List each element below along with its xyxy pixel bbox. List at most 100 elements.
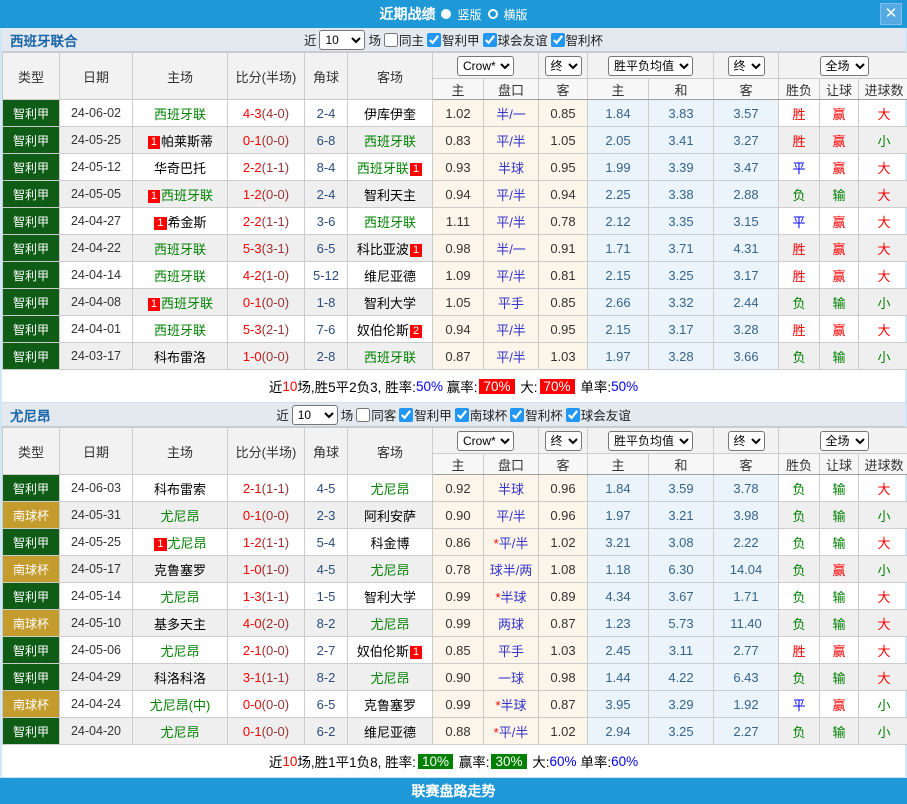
- same-venue-filter[interactable]: 同主: [384, 30, 424, 49]
- scope-select[interactable]: 全场: [820, 431, 869, 451]
- date-cell: 24-05-14: [60, 583, 133, 610]
- dialog-titlebar: 近期战绩 竖版 横版 ✕: [0, 0, 907, 28]
- league-filter-checkbox[interactable]: [483, 33, 497, 47]
- league-filter[interactable]: 智利杯: [510, 405, 563, 424]
- date-cell: 24-04-22: [60, 235, 133, 262]
- odds-company-select[interactable]: Crow*: [457, 56, 514, 76]
- league-filter[interactable]: 球会友谊: [566, 405, 631, 424]
- corner-cell: 8-2: [305, 664, 348, 691]
- team-results-section: 尤尼昂 近 10 场 同客 智利甲南球杯智利杯球会友谊: [2, 403, 905, 778]
- match-row: 智利甲24-06-02西班牙联4-3(4-0)2-4伊库伊奎1.02半/一0.8…: [3, 100, 907, 127]
- avg-away-cell: 11.40: [714, 610, 779, 637]
- handicap-result-cell: 赢: [820, 100, 859, 127]
- fulltime-score: 4-2: [243, 268, 262, 283]
- handicap-text: 平/半: [499, 725, 529, 740]
- corner-cell: 4-5: [305, 475, 348, 502]
- league-filter-checkbox[interactable]: [427, 33, 441, 47]
- score-cell: 3-1(1-1): [228, 664, 305, 691]
- avg-home-cell: 1.97: [588, 343, 649, 370]
- league-filter[interactable]: 球会友谊: [483, 30, 548, 49]
- league-filter-checkbox[interactable]: [510, 408, 524, 422]
- avg-home-cell: 2.15: [588, 316, 649, 343]
- avg-time-select[interactable]: 终: [728, 56, 765, 76]
- odds-time-select[interactable]: 终: [545, 431, 582, 451]
- summary-segment: 50%: [611, 379, 638, 394]
- home-team-name: 尤尼昂: [168, 536, 207, 551]
- league-filter[interactable]: 智利甲: [427, 30, 480, 49]
- odds-time-header: 终: [539, 53, 588, 79]
- league-filter[interactable]: 南球杯: [455, 405, 508, 424]
- same-venue-filter[interactable]: 同客: [356, 405, 396, 424]
- away-team-name: 维尼亚德: [364, 725, 416, 740]
- result-cell: 平: [779, 691, 820, 718]
- odds-home-cell: 0.85: [433, 637, 484, 664]
- avg-away-cell: 1.71: [714, 583, 779, 610]
- odds-company-select[interactable]: Crow*: [457, 431, 514, 451]
- league-filter[interactable]: 智利甲: [399, 405, 452, 424]
- layout-radio-vertical[interactable]: [441, 9, 451, 19]
- league-filter-checkbox[interactable]: [455, 408, 469, 422]
- halftime-score: (1-1): [262, 481, 289, 496]
- odds-time-select[interactable]: 终: [545, 56, 582, 76]
- avg-away-cell: 3.27: [714, 127, 779, 154]
- goals-cell: 大: [859, 316, 907, 343]
- match-row: 南球杯24-05-31尤尼昂0-1(0-0)2-3阿利安萨0.90平/半0.96…: [3, 502, 907, 529]
- same-venue-checkbox[interactable]: [356, 408, 370, 422]
- avg-draw-cell: 3.11: [649, 637, 714, 664]
- match-row: 智利甲24-06-03科布雷索2-1(1-1)4-5尤尼昂0.92半球0.961…: [3, 475, 907, 502]
- sub-header-handicap: 盘口: [484, 454, 539, 475]
- league-filter-checkbox[interactable]: [399, 408, 413, 422]
- match-count-select[interactable]: 10: [319, 30, 365, 50]
- league-filter-checkbox[interactable]: [551, 33, 565, 47]
- handicap-cell: 平/半: [484, 208, 539, 235]
- home-team-name: 基多天主: [154, 617, 206, 632]
- away-team-cell: 西班牙联: [348, 208, 433, 235]
- odds-home-cell: 0.83: [433, 127, 484, 154]
- same-venue-checkbox[interactable]: [384, 33, 398, 47]
- col-header-date: 日期: [60, 428, 133, 475]
- result-cell: 胜: [779, 127, 820, 154]
- handicap-result-cell: 赢: [820, 637, 859, 664]
- handicap-text: 平手: [498, 644, 524, 659]
- match-count-select[interactable]: 10: [292, 405, 338, 425]
- summary-row: 近10场,胜5平2负3, 胜率:50% 赢率:70% 大:70% 单率:50%: [2, 370, 905, 403]
- layout-radio-horizontal[interactable]: [488, 9, 498, 19]
- close-button[interactable]: ✕: [880, 3, 902, 25]
- odds-away-cell: 0.96: [539, 502, 588, 529]
- home-team-cell: 科布雷索: [133, 475, 228, 502]
- score-cell: 5-3(2-1): [228, 316, 305, 343]
- scope-select[interactable]: 全场: [820, 56, 869, 76]
- avg-home-cell: 2.15: [588, 262, 649, 289]
- corner-cell: 2-3: [305, 502, 348, 529]
- date-cell: 24-04-20: [60, 718, 133, 745]
- avg-select[interactable]: 胜平负均值: [608, 56, 693, 76]
- date-cell: 24-05-12: [60, 154, 133, 181]
- summary-segment: 10: [282, 754, 297, 769]
- odds-home-cell: 1.05: [433, 289, 484, 316]
- red-card-badge: 1: [148, 190, 160, 203]
- avg-select[interactable]: 胜平负均值: [608, 431, 693, 451]
- home-team-cell: 西班牙联: [133, 262, 228, 289]
- date-cell: 24-05-31: [60, 502, 133, 529]
- team-name-title: 西班牙联合: [10, 30, 78, 50]
- away-team-cell: 智利天主: [348, 181, 433, 208]
- league-filter-label: 智利甲: [442, 30, 480, 49]
- date-cell: 24-04-24: [60, 691, 133, 718]
- avg-time-select[interactable]: 终: [728, 431, 765, 451]
- handicap-text: 两球: [498, 617, 524, 632]
- footer-link-label: 联赛盘路走势: [412, 781, 496, 801]
- avg-draw-cell: 3.25: [649, 262, 714, 289]
- league-filter-label: 智利杯: [525, 405, 563, 424]
- avg-home-cell: 4.34: [588, 583, 649, 610]
- goals-cell: 小: [859, 343, 907, 370]
- summary-segment: 50%: [416, 379, 443, 394]
- league-filter-label: 球会友谊: [581, 405, 631, 424]
- avg-home-cell: 2.25: [588, 181, 649, 208]
- league-filter-checkbox[interactable]: [566, 408, 580, 422]
- handicap-result-cell: 赢: [820, 262, 859, 289]
- away-team-name: 西班牙联: [364, 215, 416, 230]
- avg-home-cell: 3.95: [588, 691, 649, 718]
- footer-bar[interactable]: 联赛盘路走势: [0, 778, 907, 804]
- league-filter[interactable]: 智利杯: [551, 30, 604, 49]
- match-row: 智利甲24-04-14西班牙联4-2(1-0)5-12维尼亚德1.09平/半0.…: [3, 262, 907, 289]
